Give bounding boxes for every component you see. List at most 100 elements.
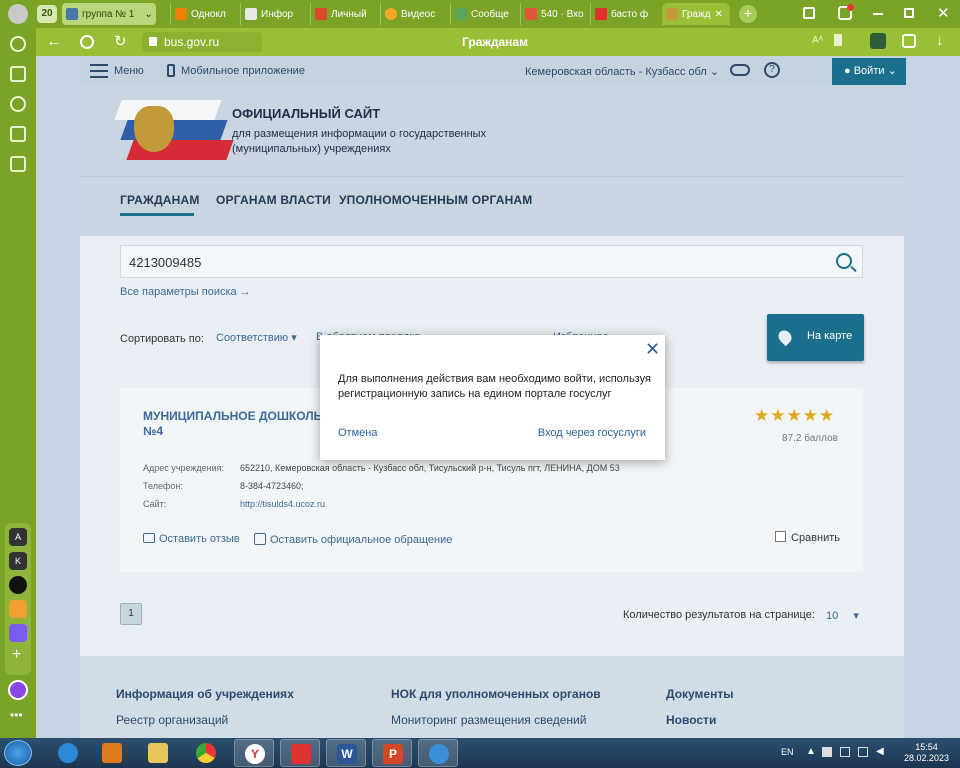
taskbar-explorer[interactable] [138,739,178,767]
apps-icon[interactable] [9,600,27,618]
taskbar-ie[interactable] [48,739,88,767]
tabs-divider [80,216,904,217]
region-selector[interactable]: Кемеровская область - Кузбасс обл ⌄ [525,65,719,78]
flag-icon[interactable] [822,747,832,757]
tab-messages[interactable]: Сообще [450,3,516,25]
cancel-button[interactable]: Отмена [338,427,377,439]
clock-date: 28.02.2023 [904,753,950,763]
tabs-manager-icon[interactable] [803,7,815,19]
translate-icon[interactable]: Aᴬ [812,35,823,46]
bookmark-icon[interactable] [834,34,842,46]
taskbar-yandex-browser[interactable]: Y [234,739,274,767]
collections-icon[interactable] [902,34,916,48]
footer-col1-title[interactable]: Информация об учреждениях [116,687,294,701]
all-search-params-link[interactable]: Все параметры поиска → [120,286,251,298]
tab-personal[interactable]: Личный [310,3,376,25]
compare-checkbox[interactable]: Сравнить [775,531,840,544]
alice-assistant-icon[interactable] [8,680,28,700]
page-1-button[interactable]: 1 [120,603,142,625]
browser-tab-bar: 20 группа № 1 ⌄ Однокл Инфор Личный Виде… [0,0,960,28]
caret-down-icon: ▾ [291,332,297,344]
tab-info[interactable]: Инфор [240,3,306,25]
tray-up-icon[interactable]: ▲ [806,746,816,757]
taskbar-app[interactable] [418,739,458,767]
tab-grazhdanam[interactable]: Гражд ✕ [662,3,730,25]
close-icon[interactable]: ✕ [645,340,660,358]
map-button[interactable]: На карте [767,314,864,361]
taskbar-snipping[interactable] [280,739,320,767]
site-subtitle-line2: (муниципальных) учреждениях [232,143,391,155]
taskbar-word[interactable]: W [326,739,366,767]
k-icon[interactable]: K [9,552,27,570]
tab-label: Личный [331,8,367,20]
reload-icon[interactable]: ↻ [114,32,127,50]
network-icon[interactable] [858,747,868,757]
tab-odnoklassniki[interactable]: Однокл [170,3,240,25]
menu-link[interactable]: Меню [114,65,144,77]
address-bar: ← ↻ bus.gov.ru Гражданам Aᴬ ↓ [36,28,960,56]
close-window-icon[interactable]: ✕ [937,4,950,22]
camera-icon[interactable] [10,156,26,172]
alice-icon[interactable] [9,576,27,594]
taskbar-clock[interactable]: 15:54 28.02.2023 [904,742,949,764]
mobile-app-link[interactable]: Мобильное приложение [181,65,305,77]
add-widget-icon[interactable]: + [12,646,21,664]
messenger-icon[interactable] [9,624,27,642]
phone-label: Телефон: [143,481,183,491]
calendar-icon[interactable] [10,126,26,142]
more-icon[interactable]: ••• [10,708,23,722]
search-input[interactable]: 4213009485 [120,245,863,278]
region-label: Кемеровская область - Кузбасс обл [525,66,707,78]
tab-label: Однокл [191,8,226,20]
tab-authorities[interactable]: ОРГАНАМ ВЛАСТИ [216,193,331,207]
downloads-icon[interactable]: ↓ [936,32,944,49]
browser-sidebar: A K + ••• [0,28,36,738]
sort-select[interactable]: Соответствию ▾ [216,331,297,344]
chevron-down-icon[interactable]: ⌄ [144,9,152,20]
site-top-nav: Меню Мобильное приложение Кемеровская об… [80,56,906,86]
star-icon: ★ [770,406,787,425]
gerb-icon [666,8,678,20]
url-field[interactable]: bus.gov.ru [142,32,262,52]
login-button[interactable]: ● Войти ⌄ [832,58,906,85]
close-icon[interactable]: ✕ [715,9,723,20]
tab-citizens[interactable]: ГРАЖДАНАМ [120,193,200,207]
tab-group-1[interactable]: группа № 1 ⌄ [62,3,156,25]
start-button[interactable] [4,740,32,766]
extension-icon[interactable] [870,33,886,49]
taskbar-media-player[interactable] [92,739,132,767]
display-icon[interactable] [840,747,850,757]
per-page-select[interactable]: 10 ▾ [826,609,862,622]
restore-icon[interactable] [904,8,914,18]
new-tab-button[interactable]: + [739,5,757,23]
tab-count-badge[interactable]: 20 [37,5,57,23]
help-icon[interactable]: ? [764,62,780,78]
review-link[interactable]: Оставить отзыв [143,533,240,545]
appeal-link[interactable]: Оставить официальное обращение [254,533,452,546]
back-icon[interactable]: ← [46,33,62,51]
footer-col2-item[interactable]: Мониторинг размещения сведений [391,713,586,727]
taskbar-chrome[interactable] [186,739,226,767]
footer-col1-item[interactable]: Реестр организаций [116,713,228,727]
tab-mail[interactable]: 540 · Вхо [520,3,586,25]
accessibility-glasses-icon[interactable] [730,64,750,76]
feed-icon[interactable] [10,66,26,82]
language-indicator[interactable]: EN [781,747,794,757]
footer-col3-item[interactable]: Новости [666,713,716,727]
site-link[interactable]: http://tisulds4.ucoz.ru [240,499,325,509]
checkbox-icon [775,531,786,542]
yandex-protect-icon[interactable] [80,35,94,49]
browser-avatar[interactable] [8,4,28,24]
tab-video[interactable]: Видеос [380,3,446,25]
a-icon[interactable]: A [9,528,27,546]
history-icon[interactable] [10,36,26,52]
play-icon[interactable] [10,96,26,112]
footer-col3-title[interactable]: Документы [666,687,733,701]
tab-authorized-bodies[interactable]: УПОЛНОМОЧЕННЫМ ОРГАНАМ [339,193,533,207]
tab-yandex[interactable]: басто ф [590,3,656,25]
gosuslugi-login-button[interactable]: Вход через госуслуги [538,427,646,439]
minimize-icon[interactable] [873,13,883,15]
taskbar-powerpoint[interactable]: P [372,739,412,767]
volume-icon[interactable]: ◀ [876,746,884,757]
footer-col2-title[interactable]: НОК для уполномоченных органов [391,687,601,701]
